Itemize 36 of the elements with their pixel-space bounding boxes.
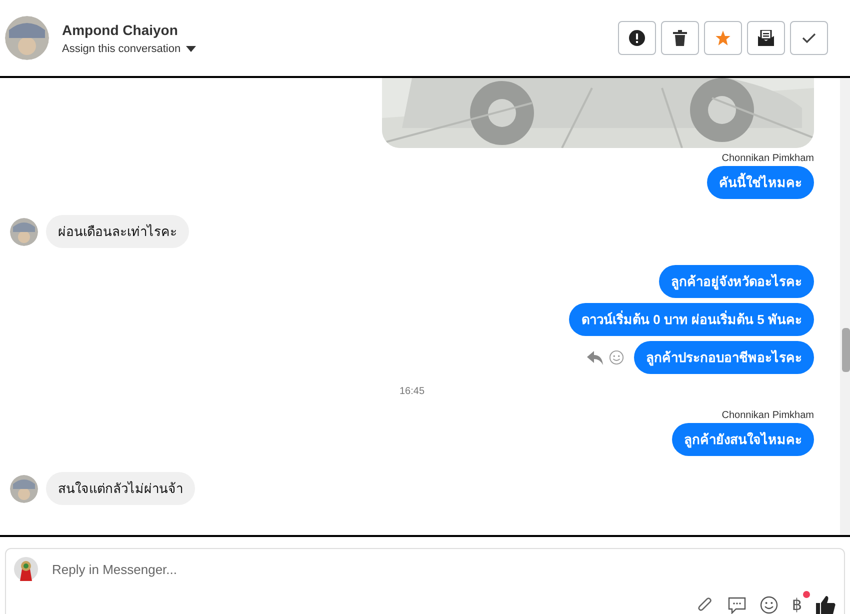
envelope-icon	[758, 30, 774, 46]
message-bubble: ดาวน์เริ่มต้น 0 บาท ผ่อนเริ่มต้น 5 พันคะ	[569, 303, 814, 336]
avatar	[10, 474, 38, 502]
scrollbar[interactable]	[840, 78, 850, 535]
message-bubble: ผ่อนเดือนละเท่าไรคะ	[46, 215, 189, 248]
sender-name: Chonnikan Pimkham	[722, 153, 814, 164]
message-bubble: สนใจแต่กลัวไม่ผ่านจ้า	[46, 472, 195, 505]
alert-icon	[629, 30, 645, 46]
done-button[interactable]	[790, 21, 828, 55]
trash-icon	[673, 30, 687, 46]
delete-button[interactable]	[661, 21, 699, 55]
thumbs-up-icon[interactable]	[816, 595, 836, 614]
timestamp: 16:45	[399, 386, 425, 397]
contact-avatar	[5, 16, 49, 60]
reply-field[interactable]: Reply in Messenger... ฿	[5, 548, 845, 614]
attach-icon[interactable]	[696, 596, 714, 614]
contact-name: Ampond Chaiyon	[62, 22, 179, 38]
star-icon	[715, 30, 731, 46]
message-icon[interactable]	[728, 596, 746, 614]
message-bubble: ลูกค้ายังสนใจไหมคะ	[672, 423, 814, 456]
emoji-icon[interactable]	[760, 596, 778, 614]
assign-dropdown[interactable]: Assign this conversation	[62, 42, 196, 54]
payment-button[interactable]: ฿	[792, 595, 802, 614]
scrollbar-thumb[interactable]	[842, 328, 850, 372]
message-bubble: ลูกค้าอยู่จังหวัดอะไรคะ	[659, 265, 814, 298]
sender-name: Chonnikan Pimkham	[722, 410, 814, 421]
avatar	[14, 557, 38, 581]
spam-button[interactable]	[618, 21, 656, 55]
star-button[interactable]	[704, 21, 742, 55]
caret-icon	[186, 46, 196, 52]
message-bubble: ลูกค้าประกอบอาชีพอะไรคะ	[634, 341, 814, 374]
avatar	[10, 218, 38, 246]
reply-icon[interactable]	[587, 350, 603, 364]
unread-button[interactable]	[747, 21, 785, 55]
check-icon	[802, 32, 816, 44]
message-bubble: คันนี้ใช่ไหมคะ	[707, 166, 814, 199]
